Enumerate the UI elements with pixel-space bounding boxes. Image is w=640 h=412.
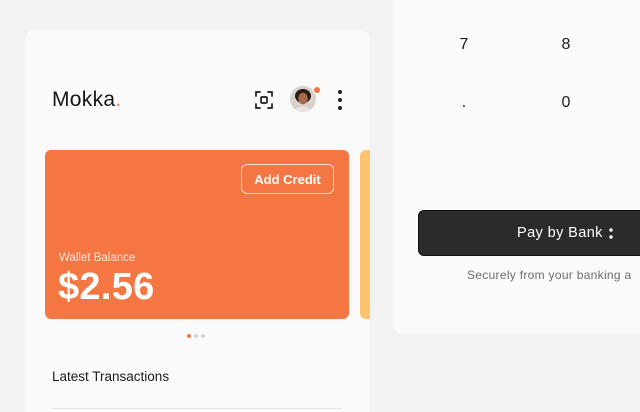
keypad-key-0[interactable]: 0	[546, 88, 586, 118]
carousel-dot[interactable]	[187, 334, 191, 338]
brand-dot: .	[115, 88, 122, 111]
carousel-indicator	[187, 334, 205, 338]
wallet-screen: Mokka. Add Credit Wallet Balance $2.56 L…	[25, 30, 370, 412]
pay-by-bank-label: Pay by Bank	[517, 225, 603, 241]
carousel-dot[interactable]	[201, 334, 205, 338]
wallet-balance-amount: $2.56	[58, 266, 155, 308]
payment-screen: 7 8 . 0 Pay by Bank Securely from your b…	[393, 0, 640, 334]
notification-dot	[313, 86, 321, 94]
latest-transactions-title: Latest Transactions	[52, 369, 170, 384]
scan-button[interactable]	[253, 89, 275, 111]
more-options-button[interactable]	[331, 88, 349, 112]
keypad-key-7[interactable]: 7	[444, 30, 484, 60]
brand-name: Mokka	[52, 88, 116, 111]
app-logo: Mokka.	[52, 88, 122, 112]
bank-dots-icon	[609, 228, 613, 239]
keypad-key-8[interactable]: 8	[546, 30, 586, 60]
wallet-card[interactable]: Add Credit Wallet Balance $2.56	[45, 150, 349, 319]
next-card-peek[interactable]	[360, 150, 370, 319]
add-credit-button[interactable]: Add Credit	[241, 164, 334, 194]
keypad-key-decimal[interactable]: .	[444, 88, 484, 118]
secure-banking-text: Securely from your banking a	[467, 268, 632, 282]
kebab-menu-icon	[338, 90, 342, 110]
pay-by-bank-button[interactable]: Pay by Bank	[418, 210, 640, 256]
scan-icon	[255, 91, 273, 109]
wallet-balance-label: Wallet Balance	[59, 252, 136, 264]
profile-button[interactable]	[290, 86, 321, 114]
carousel-dot[interactable]	[194, 334, 198, 338]
divider	[52, 408, 342, 409]
